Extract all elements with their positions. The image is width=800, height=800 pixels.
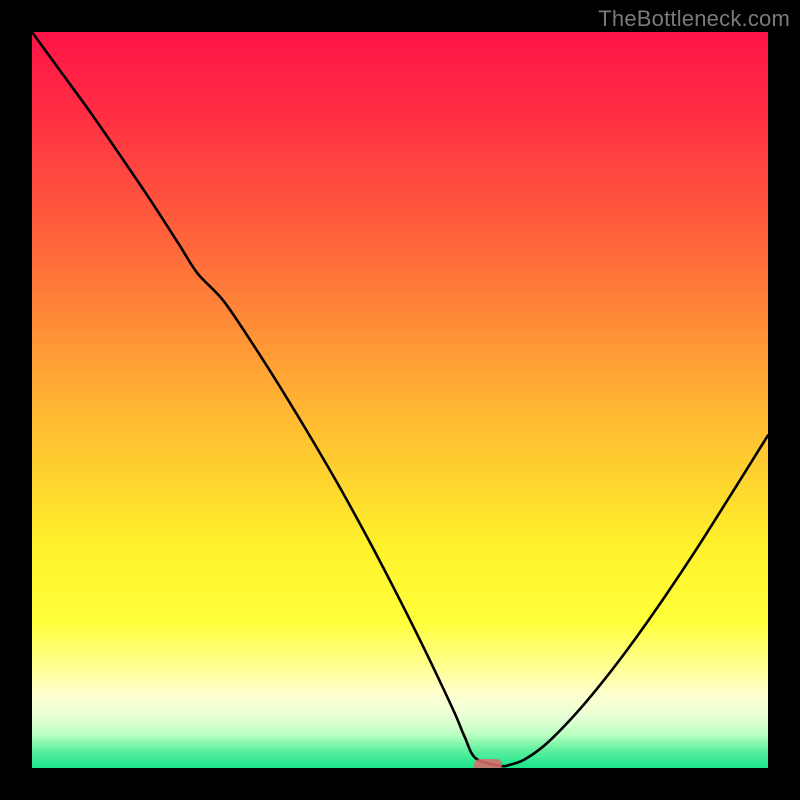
plot-area [32,32,768,768]
watermark-text: TheBottleneck.com [598,6,790,32]
chart-frame: TheBottleneck.com [0,0,800,800]
background-gradient [32,32,768,768]
